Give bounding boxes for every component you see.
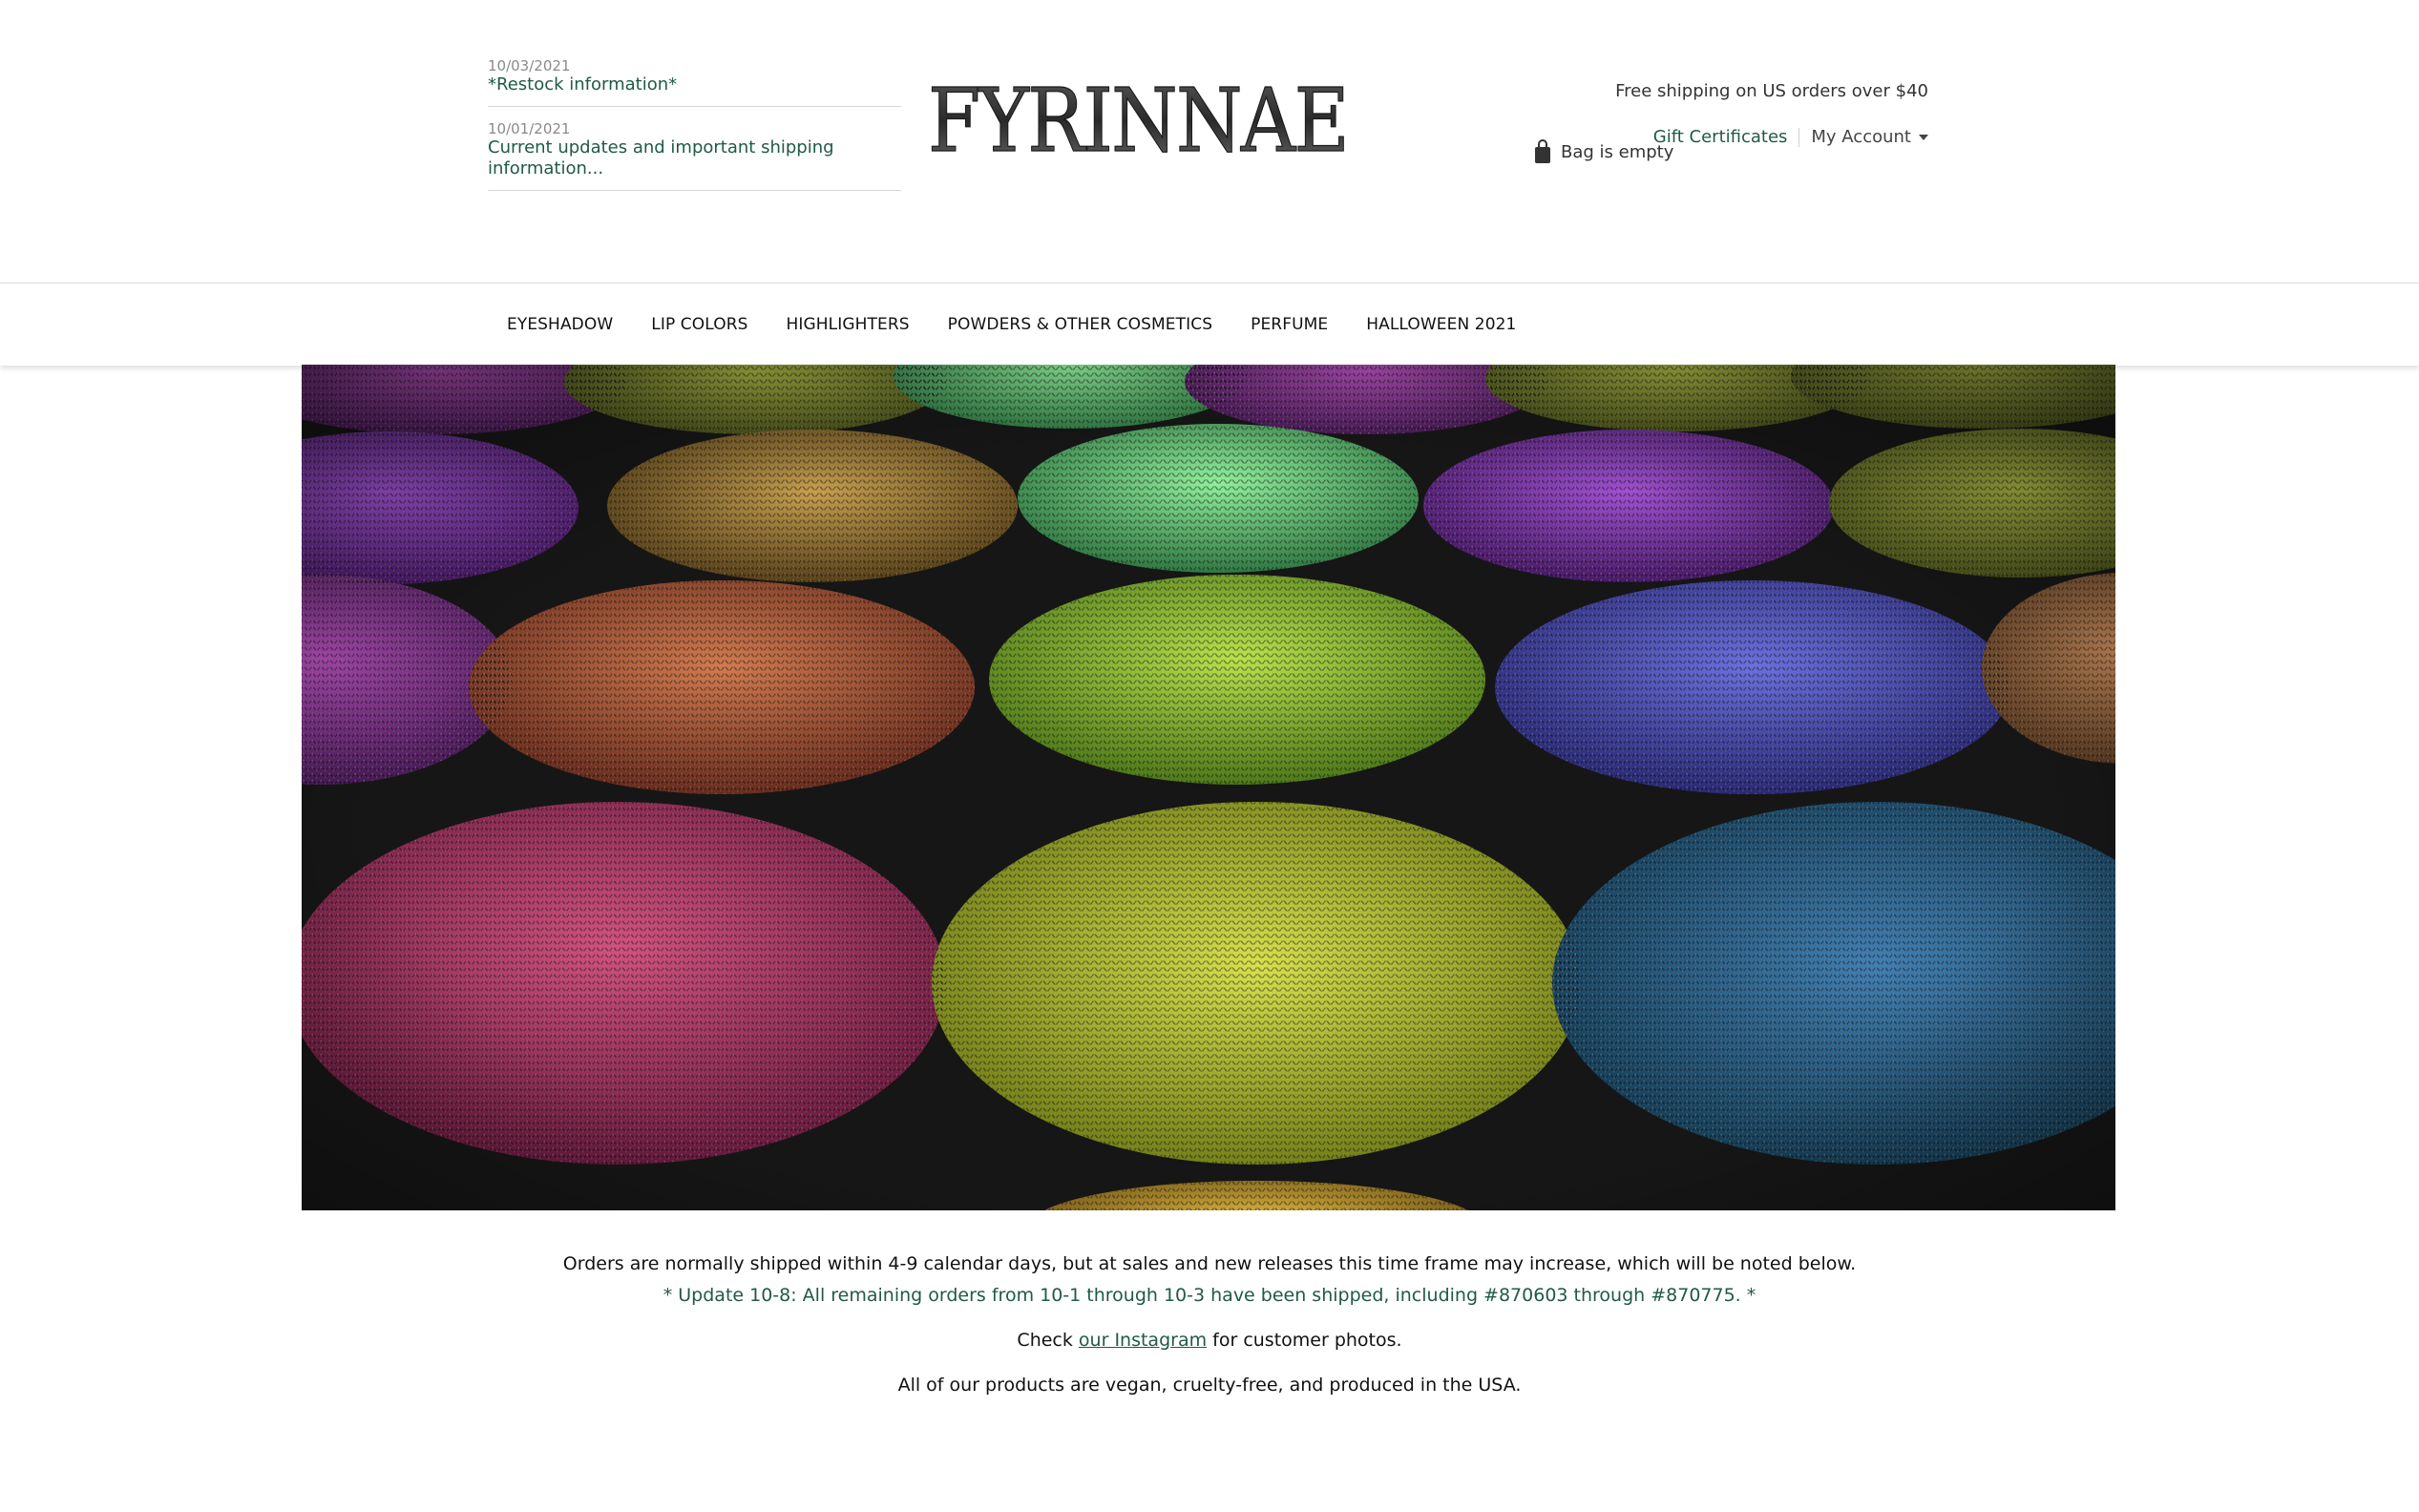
vegan-statement: All of our products are vegan, cruelty-f…	[897, 1375, 1522, 1396]
divider	[1798, 127, 1800, 147]
nav-items: EYESHADOW LIP COLORS HIGHLIGHTERS POWDER…	[488, 284, 1535, 366]
nav-item-perfume[interactable]: PERFUME	[1231, 315, 1347, 334]
main-navigation: EYESHADOW LIP COLORS HIGHLIGHTERS POWDER…	[0, 283, 2419, 366]
shipping-info: Orders are normally shipped within 4-9 c…	[0, 1252, 2419, 1396]
instagram-line: Check our Instagram for customer photos.	[0, 1329, 2419, 1352]
news-date: 10/01/2021	[488, 120, 571, 137]
nav-item-halloween-2021[interactable]: HALLOWEEN 2021	[1347, 315, 1535, 334]
nav-item-powders[interactable]: POWDERS & OTHER COSMETICS	[929, 315, 1231, 334]
site-header: 10/03/2021 *Restock information* 10/01/2…	[0, 0, 2419, 283]
my-account-label: My Account	[1811, 127, 1911, 147]
news-list: 10/03/2021 *Restock information* 10/01/2…	[488, 57, 901, 204]
shipping-promo: Free shipping on US orders over $40	[1615, 81, 1928, 101]
logo-graphic: FYRINNAE	[927, 69, 1350, 172]
instagram-suffix: for customer photos.	[1212, 1330, 1402, 1351]
bag-status: Bag is empty	[1561, 141, 1674, 162]
news-date: 10/03/2021	[488, 57, 571, 74]
caret-down-icon	[1919, 134, 1928, 140]
my-account-dropdown[interactable]: My Account	[1811, 127, 1928, 147]
instagram-prefix: Check	[1017, 1330, 1073, 1351]
nav-item-eyeshadow[interactable]: EYESHADOW	[488, 315, 632, 334]
instagram-link[interactable]: our Instagram	[1079, 1330, 1207, 1351]
hero-banner-image[interactable]	[302, 365, 2115, 1210]
logo-text: FYRINNAE	[928, 70, 1348, 172]
news-link[interactable]: Current updates and important shipping i…	[488, 137, 901, 179]
eyeshadow-pans-image	[302, 365, 2115, 1210]
shopping-bag-icon	[1535, 139, 1550, 163]
nav-item-highlighters[interactable]: HIGHLIGHTERS	[768, 315, 929, 334]
news-link[interactable]: *Restock information*	[488, 74, 901, 95]
shopping-bag-link[interactable]: Bag is empty	[1534, 139, 1673, 164]
news-item: 10/01/2021 Current updates and important…	[488, 120, 901, 191]
shipping-update: * Update 10-8: All remaining orders from…	[663, 1285, 1756, 1306]
news-item: 10/03/2021 *Restock information*	[488, 57, 901, 107]
nav-item-lip-colors[interactable]: LIP COLORS	[632, 315, 767, 334]
shipping-notice: Orders are normally shipped within 4-9 c…	[562, 1253, 1857, 1274]
account-links: Gift Certificates My Account	[1653, 127, 1928, 147]
site-logo[interactable]: FYRINNAE	[923, 67, 1353, 172]
